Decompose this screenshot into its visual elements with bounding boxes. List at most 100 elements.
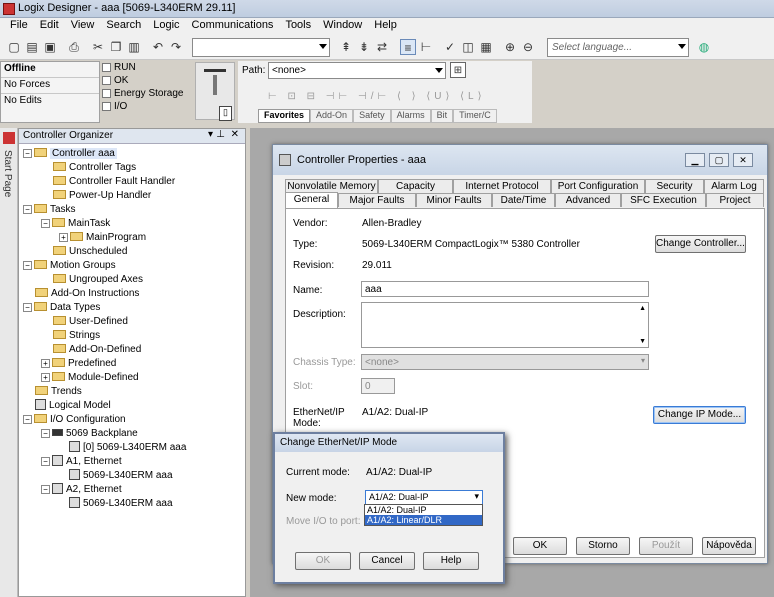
mode-cancel-button[interactable]: Cancel xyxy=(359,552,415,570)
tab-internet-protocol[interactable]: Internet Protocol xyxy=(453,179,551,193)
tree-controller[interactable]: − Controller aaa xyxy=(23,147,117,160)
tab-minor-faults[interactable]: Minor Faults xyxy=(416,193,492,207)
tree-predefined[interactable]: + Predefined xyxy=(41,357,116,370)
menu-window[interactable]: Window xyxy=(317,18,368,34)
maximize-icon[interactable]: ▢ xyxy=(709,153,729,167)
print-icon[interactable]: ⎙ xyxy=(66,39,82,55)
tree-trends[interactable]: Trends xyxy=(35,385,82,398)
tree-backplane[interactable]: −5069 Backplane xyxy=(41,427,138,440)
search-combo[interactable] xyxy=(192,38,330,57)
verify-icon[interactable]: ✓ xyxy=(442,39,458,55)
tree-controller-tags[interactable]: Controller Tags xyxy=(53,161,136,174)
tab-timer[interactable]: Timer/C xyxy=(453,109,497,123)
mode-ok-button[interactable]: OK xyxy=(295,552,351,570)
edits-status[interactable]: No Edits xyxy=(1,94,99,110)
name-field[interactable]: aaa xyxy=(361,281,649,297)
menu-edit[interactable]: Edit xyxy=(34,18,65,34)
tab-date-time[interactable]: Date/Time xyxy=(492,193,555,207)
tree-a2-device[interactable]: 5069-L340ERM aaa xyxy=(69,497,173,510)
new-icon[interactable]: ▢ xyxy=(6,39,22,55)
tab-favorites[interactable]: Favorites xyxy=(258,109,311,123)
find-down-icon[interactable]: ⇟ xyxy=(356,39,372,55)
tree-aoi[interactable]: Add-On Instructions xyxy=(35,287,139,300)
pin-icon[interactable]: ⊥ xyxy=(216,129,225,140)
instruction-palette[interactable]: ⊢ ⊡ ⊟ ⊣⊢ ⊣/⊢ ⟨ ⟩ ⟨U⟩ ⟨L⟩ xyxy=(268,91,518,105)
calendar-icon[interactable]: ▦ xyxy=(478,39,494,55)
tab-bit[interactable]: Bit xyxy=(430,109,454,123)
close-icon[interactable]: ✕ xyxy=(733,153,753,167)
tab-nonvolatile-memory[interactable]: Nonvolatile Memory xyxy=(285,179,378,193)
tab-project[interactable]: Project xyxy=(706,193,764,207)
description-field[interactable]: ▲ ▼ xyxy=(361,302,649,348)
menu-logic[interactable]: Logic xyxy=(147,18,185,34)
new-mode-select[interactable]: A1/A2: Dual-IP ▾ xyxy=(365,490,483,505)
tab-security[interactable]: Security xyxy=(645,179,704,193)
tree-module-defined[interactable]: + Module-Defined xyxy=(41,371,139,384)
tree-logical-model[interactable]: Logical Model xyxy=(35,399,111,412)
ladder-view-icon[interactable]: ≡ xyxy=(400,39,416,55)
tab-advanced[interactable]: Advanced xyxy=(555,193,621,207)
open-icon[interactable]: ▤ xyxy=(24,39,40,55)
tree-strings[interactable]: Strings xyxy=(53,329,100,342)
tree-user-defined[interactable]: User-Defined xyxy=(53,315,128,328)
change-controller-button[interactable]: Change Controller... xyxy=(655,235,746,253)
minimize-icon[interactable]: ▁ xyxy=(685,153,705,167)
menu-search[interactable]: Search xyxy=(100,18,147,34)
tree-fault-handler[interactable]: Controller Fault Handler xyxy=(53,175,175,188)
tab-alarm-log[interactable]: Alarm Log xyxy=(704,179,764,193)
tab-safety[interactable]: Safety xyxy=(353,109,391,123)
tree-maintask[interactable]: − MainTask xyxy=(41,217,110,230)
tab-alarms[interactable]: Alarms xyxy=(390,109,431,123)
tab-sfc-execution[interactable]: SFC Execution xyxy=(621,193,706,207)
tree-a2-ethernet[interactable]: − A2, Ethernet xyxy=(41,483,122,496)
forces-status[interactable]: No Forces xyxy=(1,78,99,94)
undo-icon[interactable]: ↶ xyxy=(150,39,166,55)
cut-icon[interactable]: ✂ xyxy=(90,39,106,55)
browse-button[interactable]: ▯ xyxy=(219,106,232,121)
paste-icon[interactable]: ▥ xyxy=(126,39,142,55)
tree-mainprogram[interactable]: + MainProgram xyxy=(59,231,146,244)
tree-addon-defined[interactable]: Add-On-Defined xyxy=(53,343,141,356)
path-browse-icon[interactable]: ⊞ xyxy=(450,62,466,78)
mode-help-button[interactable]: Help xyxy=(423,552,479,570)
tree-io-config[interactable]: − I/O Configuration xyxy=(23,413,126,426)
dropdown-option-dual-ip[interactable]: A1/A2: Dual-IP xyxy=(365,505,482,515)
zoom-in-icon[interactable]: ⊕ xyxy=(502,39,518,55)
zoom-out-icon[interactable]: ⊖ xyxy=(520,39,536,55)
tree-a1-device[interactable]: 5069-L340ERM aaa xyxy=(69,469,173,482)
menu-tools[interactable]: Tools xyxy=(279,18,317,34)
globe-icon[interactable]: ◍ xyxy=(696,39,712,55)
redo-icon[interactable]: ↷ xyxy=(168,39,184,55)
find-up-icon[interactable]: ⇞ xyxy=(338,39,354,55)
menu-file[interactable]: File xyxy=(4,18,34,34)
dropdown-option-linear-dlr[interactable]: A1/A2: Linear/DLR xyxy=(365,515,482,525)
tree-slot0-controller[interactable]: [0] 5069-L340ERM aaa xyxy=(69,441,186,454)
mode-status[interactable]: Offline xyxy=(1,62,99,78)
tree-a1-ethernet[interactable]: − A1, Ethernet xyxy=(41,455,122,468)
close-icon[interactable]: ✕ xyxy=(231,129,239,140)
tree-tasks[interactable]: − Tasks xyxy=(23,203,76,216)
language-select[interactable]: Select language... xyxy=(547,38,689,57)
menu-communications[interactable]: Communications xyxy=(186,18,280,34)
menu-help[interactable]: Help xyxy=(368,18,403,34)
replace-icon[interactable]: ⇄ xyxy=(374,39,390,55)
copy-icon[interactable]: ❐ xyxy=(108,39,124,55)
menu-view[interactable]: View xyxy=(65,18,101,34)
save-icon[interactable]: ▣ xyxy=(42,39,58,55)
tree-data-types[interactable]: − Data Types xyxy=(23,301,100,314)
tab-major-faults[interactable]: Major Faults xyxy=(338,193,416,207)
tree-unscheduled[interactable]: Unscheduled xyxy=(53,245,127,258)
tree-view-icon[interactable]: ⊢ xyxy=(418,39,434,55)
cancel-button[interactable]: Storno xyxy=(576,537,630,555)
apply-button[interactable]: Použít xyxy=(639,537,693,555)
tree-motion-groups[interactable]: − Motion Groups xyxy=(23,259,116,272)
tree-ungrouped-axes[interactable]: Ungrouped Axes xyxy=(53,273,143,286)
tab-capacity[interactable]: Capacity xyxy=(378,179,453,193)
watch-icon[interactable]: ◫ xyxy=(460,39,476,55)
tab-port-configuration[interactable]: Port Configuration xyxy=(551,179,645,193)
ok-button[interactable]: OK xyxy=(513,537,567,555)
chevron-down-icon[interactable]: ▾ xyxy=(208,129,213,140)
change-ip-mode-button[interactable]: Change IP Mode... xyxy=(653,406,746,424)
help-button[interactable]: Nápověda xyxy=(702,537,756,555)
start-page-sidebar[interactable]: Start Page xyxy=(0,128,18,597)
